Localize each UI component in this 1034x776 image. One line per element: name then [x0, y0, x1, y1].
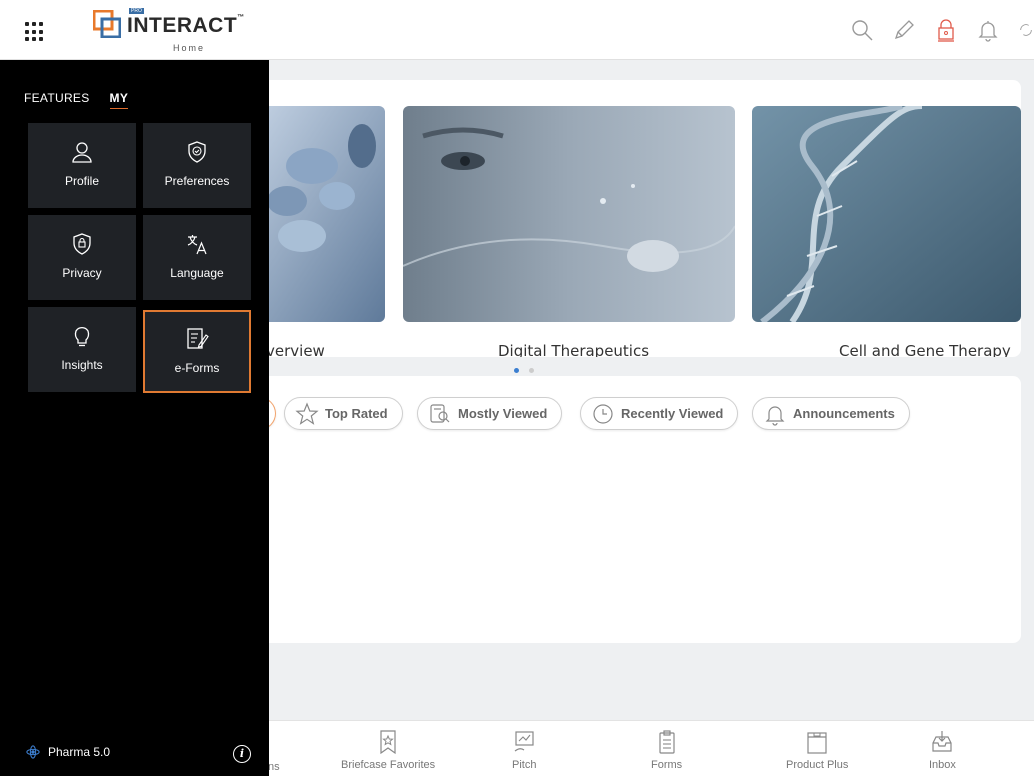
logo-mark-icon: [93, 10, 121, 38]
slide-caption-overview: verview: [266, 342, 325, 357]
digital-therapeutics-image: [403, 106, 735, 322]
nav-item-product-plus[interactable]: Product Plus: [786, 729, 848, 771]
clock-icon: [593, 403, 613, 424]
carousel-pagination: [514, 368, 534, 373]
lightbulb-icon: [74, 327, 90, 347]
carousel-dot-1[interactable]: [514, 368, 519, 373]
tab-my[interactable]: MY: [109, 91, 129, 109]
app-version-label: Pharma 5.0: [26, 745, 110, 759]
carousel-slide-cell-gene-therapy[interactable]: [752, 106, 1021, 322]
atom-icon: [26, 745, 40, 759]
nav-item-partial[interactable]: ns: [268, 761, 280, 773]
tile-profile[interactable]: Profile: [28, 123, 136, 208]
user-icon: [72, 142, 92, 163]
slide-caption-cell-gene-therapy: Cell and Gene Therapy: [839, 342, 1011, 357]
lock-icon[interactable]: [934, 18, 958, 42]
pencil-icon[interactable]: [892, 18, 916, 42]
nav-item-briefcase-favorites[interactable]: Briefcase Favorites: [341, 729, 435, 771]
info-icon[interactable]: i: [233, 745, 251, 763]
star-icon: [295, 401, 319, 425]
doc-search-icon: [430, 403, 450, 423]
dna-helix-image: [752, 106, 1021, 322]
search-icon[interactable]: [850, 18, 874, 42]
apps-grid-icon[interactable]: [25, 22, 45, 42]
page-subtitle: Home: [173, 43, 206, 53]
shield-lock-icon: [73, 233, 91, 255]
form-edit-icon: [187, 328, 209, 349]
filter-mostly-viewed[interactable]: Mostly Viewed: [417, 397, 563, 430]
box-icon: [807, 732, 827, 754]
bell-icon[interactable]: [976, 18, 1000, 42]
nav-item-inbox[interactable]: Inbox: [929, 729, 956, 771]
bookmark-star-icon: [380, 730, 396, 755]
tile-language[interactable]: Language: [143, 215, 251, 300]
nav-item-forms[interactable]: Forms: [651, 729, 682, 771]
tile-insights[interactable]: Insights: [28, 307, 136, 392]
tile-e-forms[interactable]: e-Forms: [143, 310, 251, 393]
nav-item-pitch[interactable]: Pitch: [512, 729, 536, 771]
bell-icon: [765, 405, 785, 426]
carousel-dot-2[interactable]: [529, 368, 534, 373]
shield-check-icon: [188, 141, 206, 163]
logo-text: INTERACT™: [127, 14, 245, 37]
featured-carousel: verview Digital Therapeutics Cell and Ge…: [252, 80, 1021, 357]
app-header: PRO INTERACT™ Home: [0, 0, 1034, 60]
slide-caption-digital-therapeutics: Digital Therapeutics: [498, 342, 650, 357]
tab-features[interactable]: FEATURES: [24, 91, 90, 109]
tile-preferences[interactable]: Preferences: [143, 123, 251, 208]
clipboard-icon: [658, 730, 675, 754]
header-actions: [850, 18, 1034, 44]
filter-recently-viewed[interactable]: Recently Viewed: [580, 397, 739, 430]
filter-top-rated[interactable]: Top Rated: [284, 397, 403, 430]
translate-icon: [187, 235, 207, 255]
side-menu-panel: FEATURES MY Profile Preferences Privacy …: [0, 60, 269, 776]
filter-announcements[interactable]: Announcements: [752, 397, 910, 430]
carousel-slide-overview[interactable]: [252, 106, 385, 322]
pitch-icon: [514, 731, 534, 752]
side-menu-tabs: FEATURES MY: [24, 91, 129, 109]
carousel-slide-digital-therapeutics[interactable]: [403, 106, 735, 322]
overview-image: [252, 106, 385, 322]
tile-privacy[interactable]: Privacy: [28, 215, 136, 300]
sync-icon[interactable]: [1018, 18, 1034, 42]
inbox-icon: [932, 731, 953, 752]
